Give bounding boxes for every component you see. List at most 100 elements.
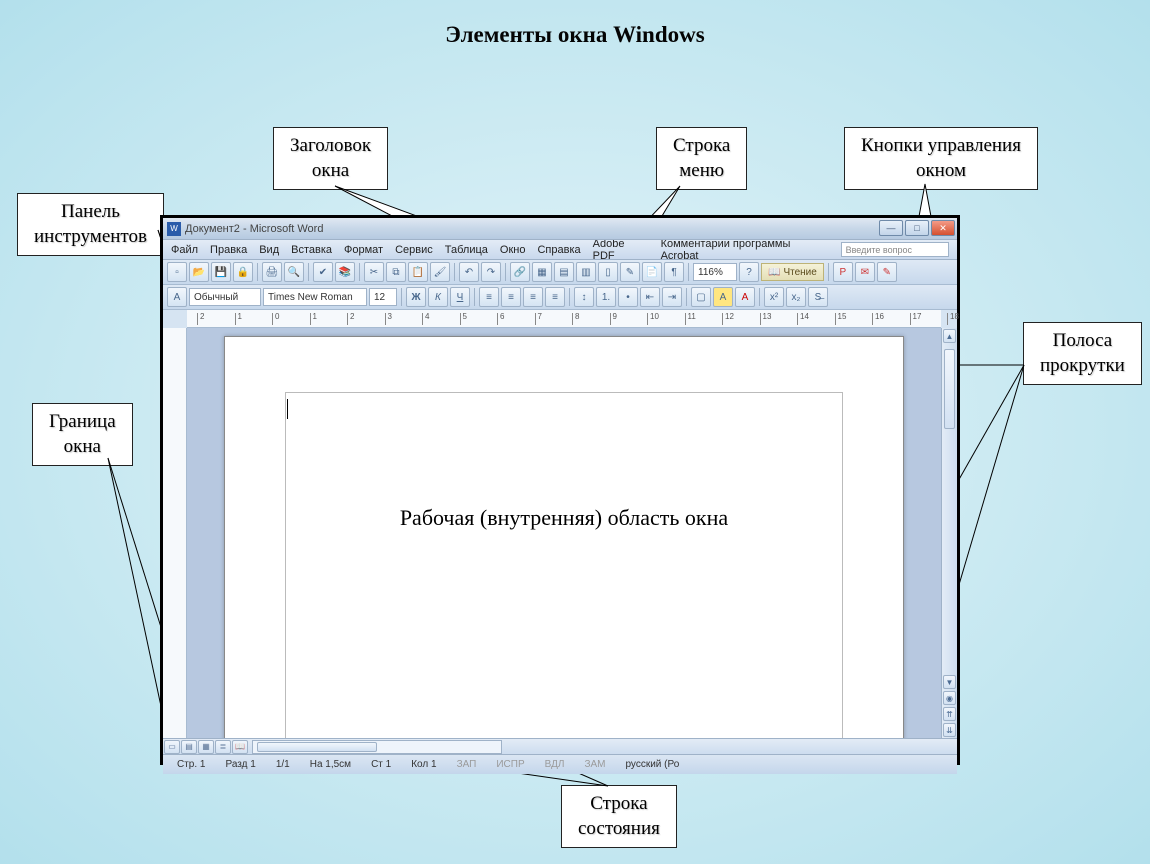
menu-table[interactable]: Таблица [445,244,488,256]
insert-table-icon[interactable]: ▤ [554,262,574,282]
hyperlink-icon[interactable]: 🔗 [510,262,530,282]
reading-layout-button[interactable]: 📖Чтение [761,263,824,281]
pdf-review-icon[interactable]: ✎ [877,262,897,282]
pdf-email-icon[interactable]: ✉ [855,262,875,282]
scroll-down-icon[interactable]: ▼ [943,675,956,689]
bold-button[interactable]: Ж [406,287,426,307]
view-web-icon[interactable]: ▤ [181,740,197,754]
menu-view[interactable]: Вид [259,244,279,256]
format-painter-icon[interactable]: 🖌 [430,262,450,282]
highlight-icon[interactable]: A [713,287,733,307]
show-hide-icon[interactable]: ¶ [664,262,684,282]
next-page-icon[interactable]: ⇊ [943,723,956,737]
scroll-thumb[interactable] [944,349,955,429]
minimize-button[interactable]: — [879,220,903,236]
align-right-icon[interactable]: ≡ [523,287,543,307]
view-outline-icon[interactable]: ≣ [215,740,231,754]
hscroll-thumb[interactable] [257,742,377,752]
underline-button[interactable]: Ч [450,287,470,307]
zoom-combo[interactable]: 116% [693,263,737,281]
slide-title: Элементы окна Windows [0,22,1150,48]
view-reading-icon[interactable]: 📖 [232,740,248,754]
menu-file[interactable]: Файл [171,244,198,256]
document-body-text: Рабочая (внутренняя) область окна [225,505,903,531]
decrease-indent-icon[interactable]: ⇤ [640,287,660,307]
new-doc-icon[interactable]: ▫ [167,262,187,282]
print-icon[interactable]: 🖨 [262,262,282,282]
bullets-icon[interactable]: • [618,287,638,307]
vertical-scrollbar[interactable]: ▲ ▼ ◉ ⇈ ⇊ [941,328,957,738]
horizontal-ruler[interactable]: 210123456789101112131415161718 [187,310,941,328]
redo-icon[interactable]: ↷ [481,262,501,282]
font-color-icon[interactable]: A [735,287,755,307]
save-icon[interactable]: 💾 [211,262,231,282]
font-size-combo[interactable]: 12 [369,288,397,306]
status-ovr[interactable]: ЗАМ [578,759,611,770]
menu-acrobat-comments[interactable]: Комментарии программы Acrobat [661,238,829,262]
callout-window-border: Граница окна [32,403,133,466]
title-bar[interactable]: W Документ2 - Microsoft Word — □ ✕ [163,218,957,240]
status-at: На 1,5см [304,759,357,770]
columns-icon[interactable]: ▯ [598,262,618,282]
excel-icon[interactable]: ▥ [576,262,596,282]
standard-toolbar: ▫ 📂 💾 🔒 🖨 🔍 ✔ 📚 ✂ ⧉ 📋 🖌 ↶ ↷ 🔗 ▦ ▤ ▥ ▯ ✎ … [163,260,957,285]
cut-icon[interactable]: ✂ [364,262,384,282]
print-preview-icon[interactable]: 🔍 [284,262,304,282]
horizontal-scrollbar-row: ▭ ▤ ▦ ≣ 📖 [163,738,957,754]
close-button[interactable]: ✕ [931,220,955,236]
menu-window[interactable]: Окно [500,244,526,256]
research-icon[interactable]: 📚 [335,262,355,282]
status-col: Кол 1 [405,759,442,770]
borders-icon[interactable]: ▢ [691,287,711,307]
menu-insert[interactable]: Вставка [291,244,332,256]
open-icon[interactable]: 📂 [189,262,209,282]
undo-icon[interactable]: ↶ [459,262,479,282]
browse-object-icon[interactable]: ◉ [943,691,956,705]
strikethrough-icon[interactable]: S̶ [808,287,828,307]
doc-map-icon[interactable]: 📄 [642,262,662,282]
status-pages: 1/1 [270,759,296,770]
numbering-icon[interactable]: 1. [596,287,616,307]
document-page[interactable]: Рабочая (внутренняя) область окна [224,336,904,738]
paste-icon[interactable]: 📋 [408,262,428,282]
align-justify-icon[interactable]: ≡ [545,287,565,307]
italic-button[interactable]: К [428,287,448,307]
status-section: Разд 1 [219,759,261,770]
subscript-icon[interactable]: x₂ [786,287,806,307]
tables-borders-icon[interactable]: ▦ [532,262,552,282]
menu-edit[interactable]: Правка [210,244,247,256]
scroll-up-icon[interactable]: ▲ [943,329,956,343]
vertical-ruler[interactable] [163,328,187,738]
page-viewport: Рабочая (внутренняя) область окна [187,328,941,738]
drawing-icon[interactable]: ✎ [620,262,640,282]
menu-format[interactable]: Формат [344,244,383,256]
line-spacing-icon[interactable]: ↕ [574,287,594,307]
status-trk[interactable]: ИСПР [490,759,530,770]
scroll-track[interactable] [942,344,957,674]
align-left-icon[interactable]: ≡ [479,287,499,307]
permission-icon[interactable]: 🔒 [233,262,253,282]
view-print-icon[interactable]: ▦ [198,740,214,754]
copy-icon[interactable]: ⧉ [386,262,406,282]
help-question-box[interactable]: Введите вопрос [841,242,949,257]
status-ext[interactable]: ВДЛ [539,759,571,770]
maximize-button[interactable]: □ [905,220,929,236]
menu-help[interactable]: Справка [537,244,580,256]
prev-page-icon[interactable]: ⇈ [943,707,956,721]
status-lang[interactable]: русский (Ро [619,759,685,770]
pdf-convert-icon[interactable]: P [833,262,853,282]
align-center-icon[interactable]: ≡ [501,287,521,307]
horizontal-scrollbar[interactable] [252,740,502,754]
increase-indent-icon[interactable]: ⇥ [662,287,682,307]
style-combo[interactable]: Обычный [189,288,261,306]
font-combo[interactable]: Times New Roman [263,288,367,306]
view-normal-icon[interactable]: ▭ [164,740,180,754]
help-icon[interactable]: ? [739,262,759,282]
window-controls: — □ ✕ [879,220,955,236]
status-rec[interactable]: ЗАП [451,759,483,770]
styles-pane-icon[interactable]: A [167,287,187,307]
superscript-icon[interactable]: x² [764,287,784,307]
menu-adobe-pdf[interactable]: Adobe PDF [593,238,649,262]
spelling-icon[interactable]: ✔ [313,262,333,282]
menu-tools[interactable]: Сервис [395,244,433,256]
